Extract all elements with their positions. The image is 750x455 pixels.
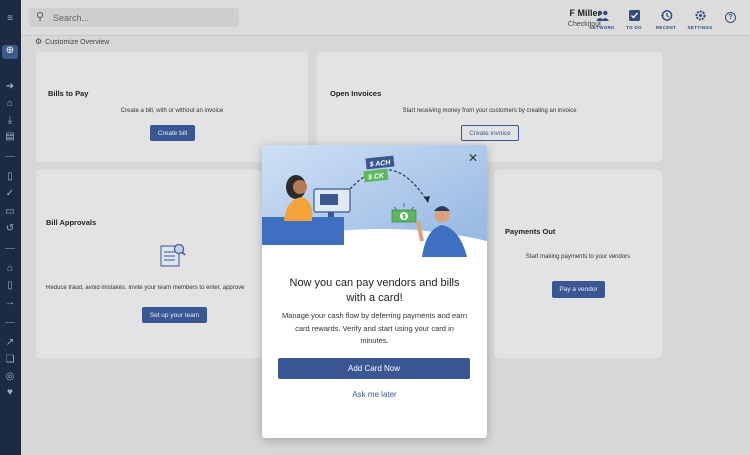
bill-approvals-card: Bill Approvals Reduce fraud, avoid mista… bbox=[36, 170, 262, 358]
customize-label: Customize Overview bbox=[45, 39, 110, 46]
create-invoice-button[interactable]: Create invoice bbox=[461, 125, 519, 141]
nav-network[interactable]: NETWORK bbox=[585, 8, 619, 30]
nav-label: RECENT bbox=[655, 25, 677, 30]
checkbox-icon bbox=[628, 8, 641, 21]
card-title: Payments Out bbox=[505, 227, 556, 236]
modal-body: Manage your cash flow by deferring payme… bbox=[281, 311, 468, 345]
home-icon[interactable]: ⌂ bbox=[3, 98, 17, 110]
card-payment-modal: $ ACH $ CK $ ✕ Now you can pay vendors a… bbox=[262, 145, 487, 438]
nav-settings[interactable]: SETTINGS bbox=[683, 8, 717, 30]
customize-overview[interactable]: ⚙ Customize Overview bbox=[35, 37, 109, 46]
left-rail: ≡ ⊕ ➜ ⌂ ⤓ ▤ ▯ ✓ ▭ ↺ ⌂ ▯ → ↗ ❏ ◎ ♥ bbox=[0, 0, 21, 455]
card-title: Bill Approvals bbox=[46, 218, 97, 227]
nav-todo[interactable]: TO DO bbox=[617, 8, 651, 30]
trend-chart-icon[interactable]: ↗ bbox=[3, 337, 17, 349]
create-bill-button[interactable]: Create bill bbox=[150, 125, 195, 141]
payments-icon[interactable]: ↺ bbox=[3, 223, 17, 235]
card-title: Bills to Pay bbox=[48, 89, 89, 98]
rail-divider bbox=[5, 248, 15, 249]
payments-out-card: Payments Out Start making payments to yo… bbox=[494, 170, 662, 358]
search-input[interactable] bbox=[53, 10, 233, 25]
brand-logo-icon: ♥ bbox=[7, 387, 13, 398]
nav-label: SETTINGS bbox=[687, 25, 713, 30]
signout-arrow-icon[interactable]: → bbox=[3, 297, 17, 309]
card-payment-illustration: $ ACH $ CK $ bbox=[262, 145, 487, 265]
card-description: Reduce fraud, avoid mistakes. Invite you… bbox=[46, 285, 245, 291]
rail-divider bbox=[5, 156, 15, 157]
inbox-icon[interactable]: ⤓ bbox=[3, 115, 17, 127]
globe-icon[interactable]: ◎ bbox=[3, 371, 17, 383]
approvals-icon[interactable]: ✓ bbox=[3, 188, 17, 200]
history-icon bbox=[660, 8, 673, 21]
help-icon[interactable]: ? bbox=[725, 12, 736, 23]
card-title: Open Invoices bbox=[330, 89, 382, 98]
pay-vendor-button[interactable]: Pay a vendor bbox=[552, 281, 605, 298]
card-description: Create a bill, with or without an invoic… bbox=[120, 108, 224, 114]
nav-label: TO DO bbox=[626, 25, 642, 30]
arrow-circle-icon[interactable]: ➜ bbox=[3, 81, 17, 93]
add-icon[interactable]: ⊕ bbox=[2, 45, 18, 59]
search-box[interactable]: ⚲ bbox=[29, 8, 239, 27]
set-up-team-button[interactable]: Set up your team bbox=[142, 307, 207, 323]
documents-icon[interactable]: ▤ bbox=[3, 131, 17, 143]
card-description: Start receiving money from your customer… bbox=[402, 108, 577, 114]
search-icon: ⚲ bbox=[36, 11, 45, 23]
people-icon bbox=[595, 8, 609, 21]
menu-collapse-icon[interactable]: ≡ bbox=[3, 13, 17, 25]
top-bar: ⚲ F Miller Checkitout NETWORK TO DO RECE… bbox=[21, 0, 750, 36]
gear-icon: ⚙ bbox=[35, 37, 43, 46]
vendors-icon[interactable]: ⌂ bbox=[3, 263, 17, 275]
nav-recent[interactable]: RECENT bbox=[649, 8, 683, 30]
close-icon[interactable]: ✕ bbox=[467, 152, 479, 164]
nav-label: NETWORK bbox=[589, 25, 615, 30]
modal-title: Now you can pay vendors and bills with a… bbox=[289, 277, 460, 304]
receivables-icon[interactable]: ▯ bbox=[3, 280, 17, 292]
invoice-icon[interactable]: ▭ bbox=[3, 206, 17, 218]
gear-icon bbox=[694, 8, 707, 21]
rail-divider bbox=[5, 322, 15, 323]
bills-icon[interactable]: ▯ bbox=[3, 171, 17, 183]
document-search-icon bbox=[160, 242, 186, 273]
card-description: Start making payments to your vendors bbox=[525, 254, 631, 260]
book-icon[interactable]: ❏ bbox=[3, 354, 17, 366]
add-card-now-button[interactable]: Add Card Now bbox=[278, 358, 470, 379]
ask-me-later-link[interactable]: Ask me later bbox=[322, 390, 427, 399]
